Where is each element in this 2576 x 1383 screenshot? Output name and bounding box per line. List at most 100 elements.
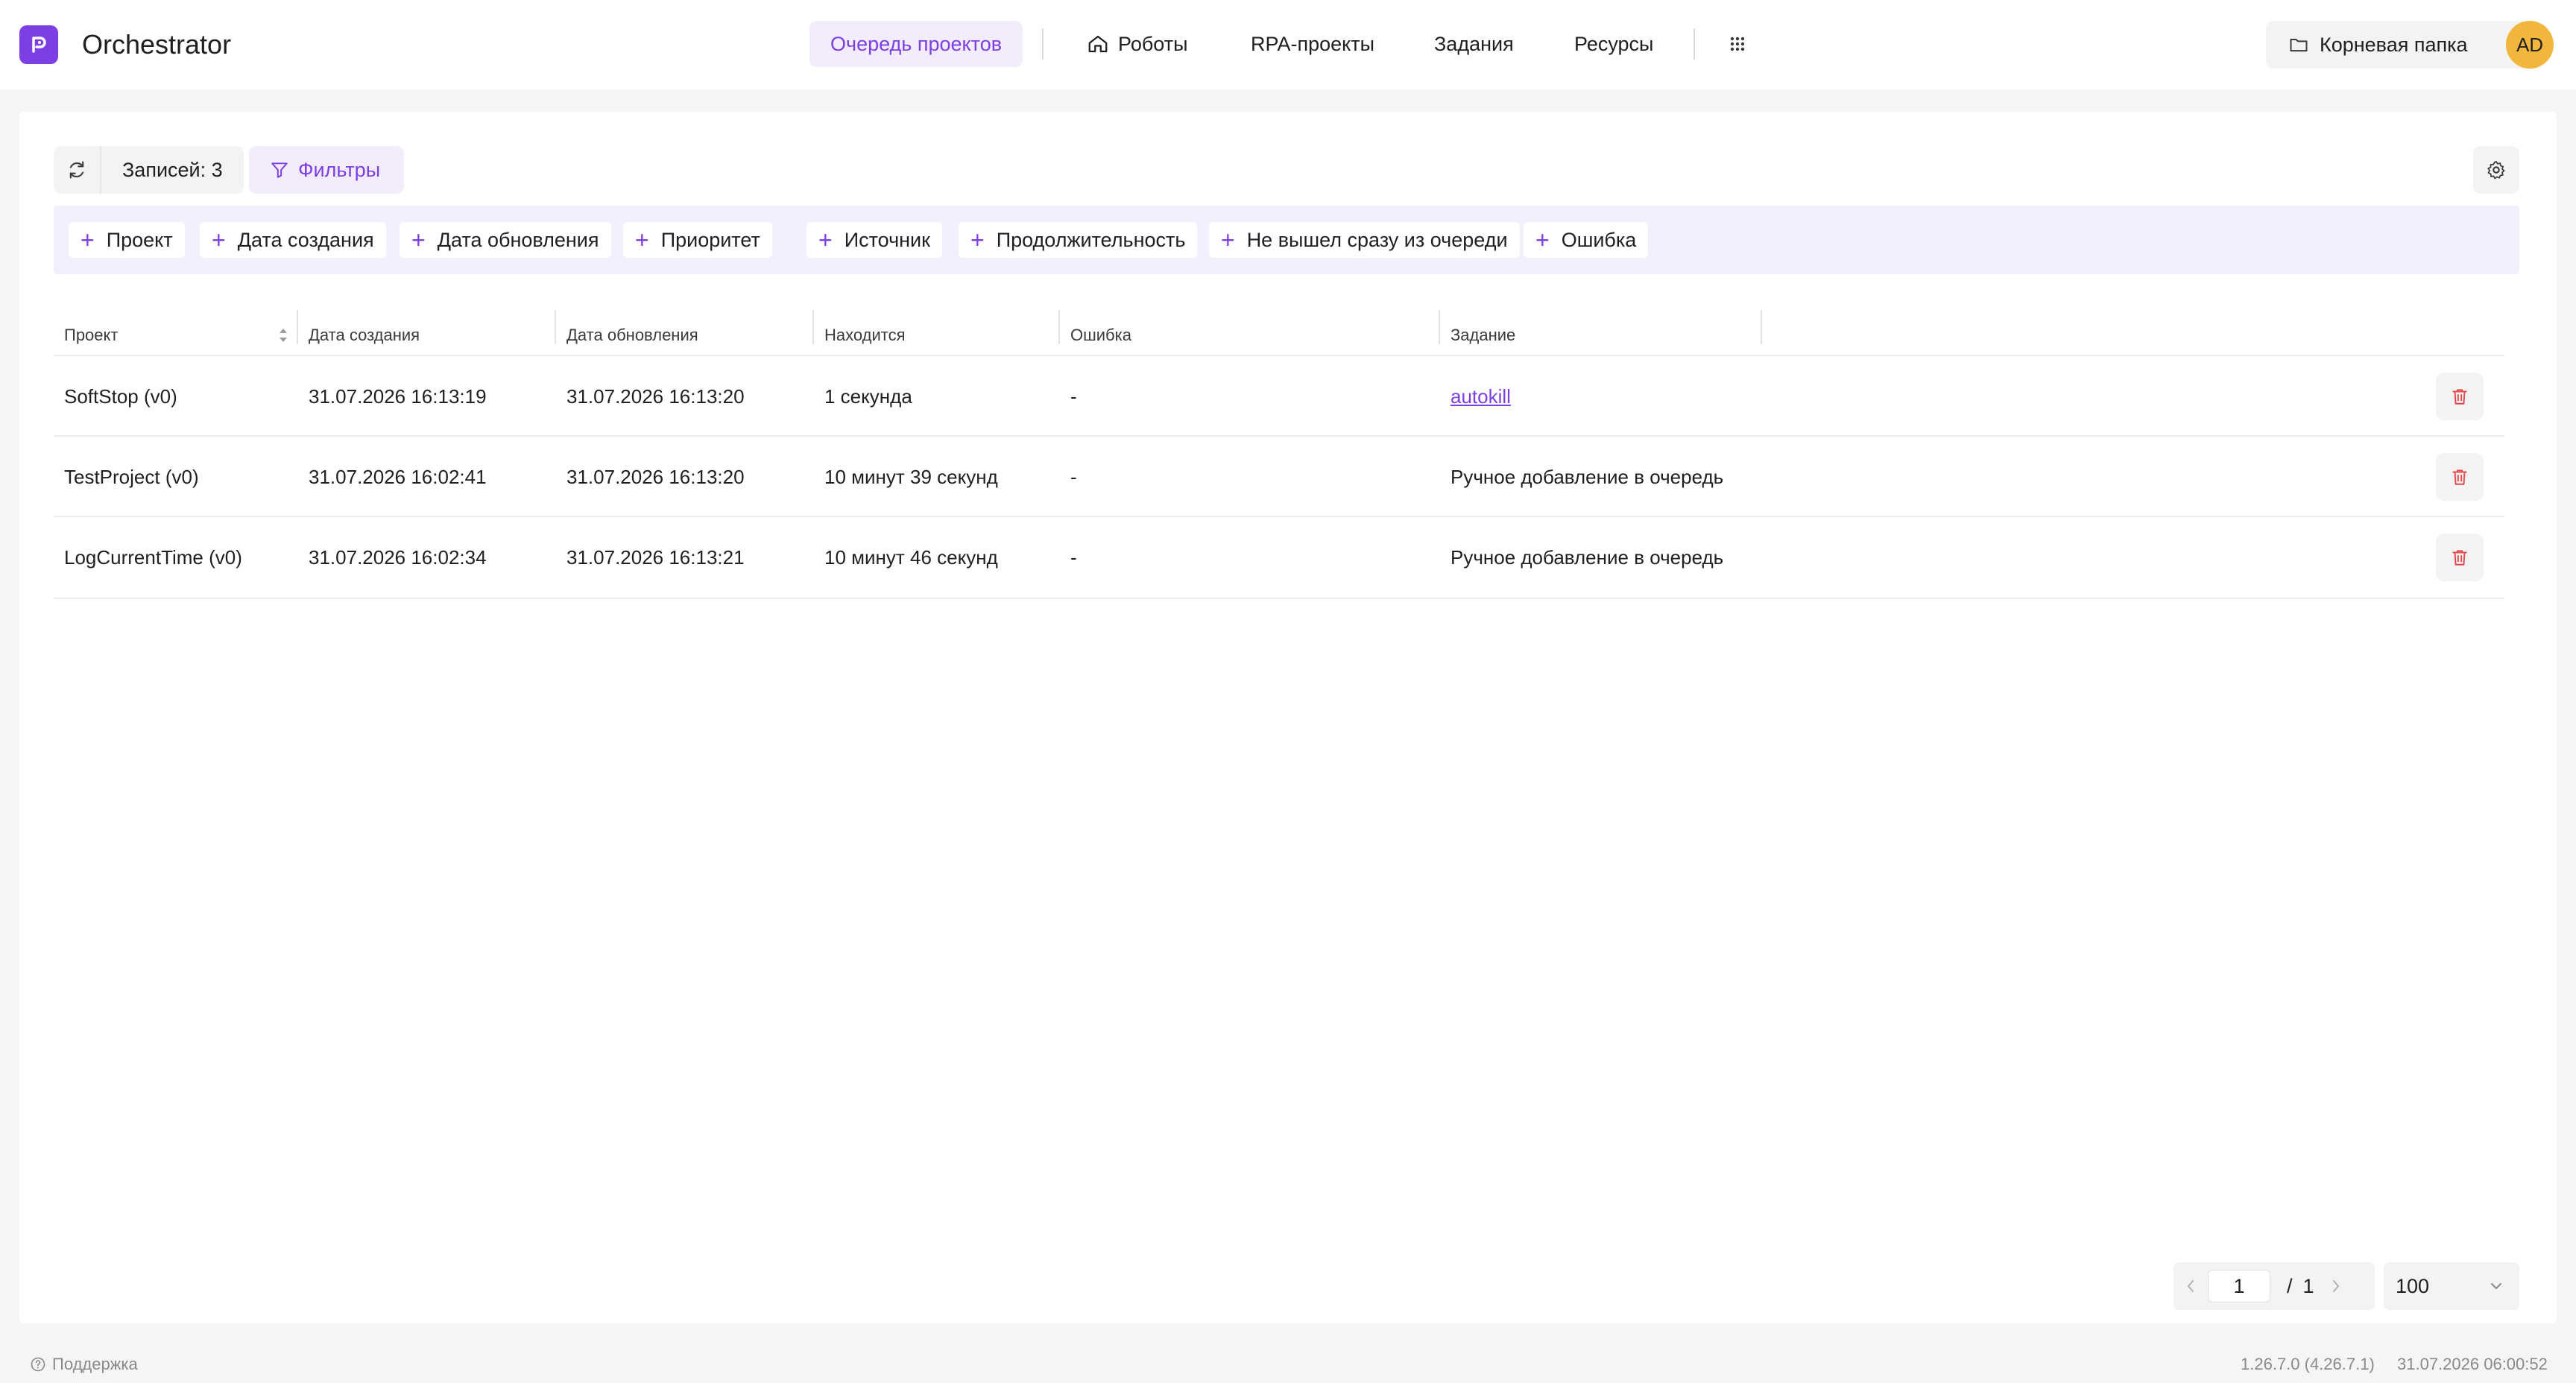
delete-button[interactable] [2436,534,2484,581]
support-link[interactable]: Поддержка [30,1355,138,1374]
cell-location: 10 минут 39 секунд [824,465,998,488]
nav-label: Задания [1434,32,1514,55]
footer: Поддержка 1.26.7.0 (4.26.7.1) 31.07.2026… [0,1346,2576,1383]
filter-chip-priority[interactable]: + Приоритет [623,222,772,258]
gear-icon [2487,161,2505,180]
nav-project-queue[interactable]: Очередь проектов [809,21,1023,67]
cell-location: 1 секунда [824,384,912,408]
column-header-created[interactable]: Дата создания [298,313,555,358]
filters-button[interactable]: Фильтры [249,146,404,194]
cell-task: Ручное добавление в очередь [1450,545,1724,569]
page-number-input[interactable] [2208,1270,2270,1303]
plus-icon: + [635,227,649,253]
delete-button[interactable] [2436,373,2484,420]
column-header-task[interactable]: Задание [1440,313,1767,358]
top-header: Orchestrator Очередь проектов Роботы RPA… [0,0,2576,89]
task-link[interactable]: autokill [1450,356,1511,437]
nav-resources[interactable]: Ресурсы [1553,21,1674,67]
filter-chip-error[interactable]: + Ошибка [1524,222,1649,258]
app-version: 1.26.7.0 (4.26.7.1) [2241,1355,2375,1373]
chip-label: Дата создания [237,228,374,251]
filter-bar: + Проект + Дата создания + Дата обновлен… [54,206,2519,274]
filter-chip-not-left-queue[interactable]: + Не вышел сразу из очереди [1209,222,1520,258]
chip-label: Дата обновления [437,228,599,251]
records-toolbar: Записей: 3 [54,146,244,194]
main-panel: Записей: 3 Фильтры + Проект + Дата созда… [19,112,2557,1323]
page-size-select[interactable]: 100 [2384,1262,2519,1310]
column-header-location[interactable]: Находится [814,313,1058,358]
nav-label: Очередь проектов [830,32,1003,55]
apps-menu-button[interactable] [1717,21,1758,67]
column-divider [1761,310,1762,344]
total-pages: 1 [2302,1274,2314,1297]
nav-divider [1693,28,1695,60]
nav-tasks[interactable]: Задания [1413,21,1535,67]
main-nav: Очередь проектов Роботы RPA-проекты Зада… [0,0,2576,89]
user-avatar[interactable]: AD [2506,21,2554,69]
chip-label: Источник [844,228,930,251]
chip-label: Проект [106,228,173,251]
grid-icon [1730,37,1745,51]
support-label: Поддержка [52,1355,138,1373]
filter-icon [271,162,288,178]
page-separator: / [2287,1274,2293,1297]
refresh-button[interactable] [54,146,101,194]
plus-icon: + [1535,227,1550,253]
chevron-down-icon [2491,1283,2501,1289]
column-header-project[interactable]: Проект [54,313,297,358]
column-label: Проект [64,326,119,344]
chip-label: Продолжительность [996,228,1186,251]
help-circle-icon [31,1357,45,1372]
plus-icon: + [818,227,833,253]
cell-error: - [1070,545,1077,569]
filter-chip-updated[interactable]: + Дата обновления [400,222,611,258]
table-settings-button[interactable] [2473,146,2519,194]
plus-icon: + [970,227,985,253]
page-size-value: 100 [2396,1274,2430,1297]
refresh-icon [69,161,84,179]
nav-label: RPA-проекты [1251,32,1375,55]
nav-label: Ресурсы [1574,32,1654,55]
column-label: Ошибка [1070,326,1131,344]
column-label: Задание [1450,326,1516,344]
nav-label: Роботы [1118,32,1188,55]
cell-created: 31.07.2026 16:13:19 [309,384,487,408]
chevron-left-icon[interactable] [2184,1277,2197,1295]
trash-icon [2452,469,2467,485]
cell-project: TestProject (v0) [64,465,199,488]
trash-icon [2452,550,2467,566]
cell-created: 31.07.2026 16:02:41 [309,465,487,488]
folder-icon [2290,39,2308,52]
delete-button[interactable] [2436,453,2484,501]
cell-updated: 31.07.2026 16:13:20 [566,465,745,488]
row-divider [54,598,2504,599]
column-label: Находится [824,326,906,344]
chevron-right-icon[interactable] [2329,1277,2343,1295]
cell-project: LogCurrentTime (v0) [64,545,242,569]
filter-chip-created[interactable]: + Дата создания [200,222,386,258]
column-label: Дата создания [309,326,420,344]
cell-updated: 31.07.2026 16:13:20 [566,384,745,408]
cell-updated: 31.07.2026 16:13:21 [566,545,745,569]
plus-icon: + [212,227,226,253]
plus-icon: + [1221,227,1235,253]
column-label: Дата обновления [566,326,698,344]
filter-chip-duration[interactable]: + Продолжительность [959,222,1198,258]
filter-chip-project[interactable]: + Проект [69,222,185,258]
nav-robots[interactable]: Роботы [1066,21,1209,67]
filters-label: Фильтры [298,158,381,181]
chip-label: Приоритет [660,228,760,251]
nav-divider [1042,28,1044,60]
nav-rpa-projects[interactable]: RPA-проекты [1230,21,1395,67]
column-header-updated[interactable]: Дата обновления [556,313,812,358]
cell-task: Ручное добавление в очередь [1450,465,1724,488]
root-folder-button[interactable]: Корневая папка [2266,21,2530,69]
root-folder-label: Корневая папка [2320,33,2468,56]
cell-created: 31.07.2026 16:02:34 [309,545,487,569]
cell-location: 10 минут 46 секунд [824,545,998,569]
filter-chip-source[interactable]: + Источник [806,222,942,258]
column-header-error[interactable]: Ошибка [1060,313,1439,358]
pagination: / 1 [2174,1262,2375,1310]
cell-project: SoftStop (v0) [64,384,177,408]
sort-icon[interactable] [277,325,289,346]
